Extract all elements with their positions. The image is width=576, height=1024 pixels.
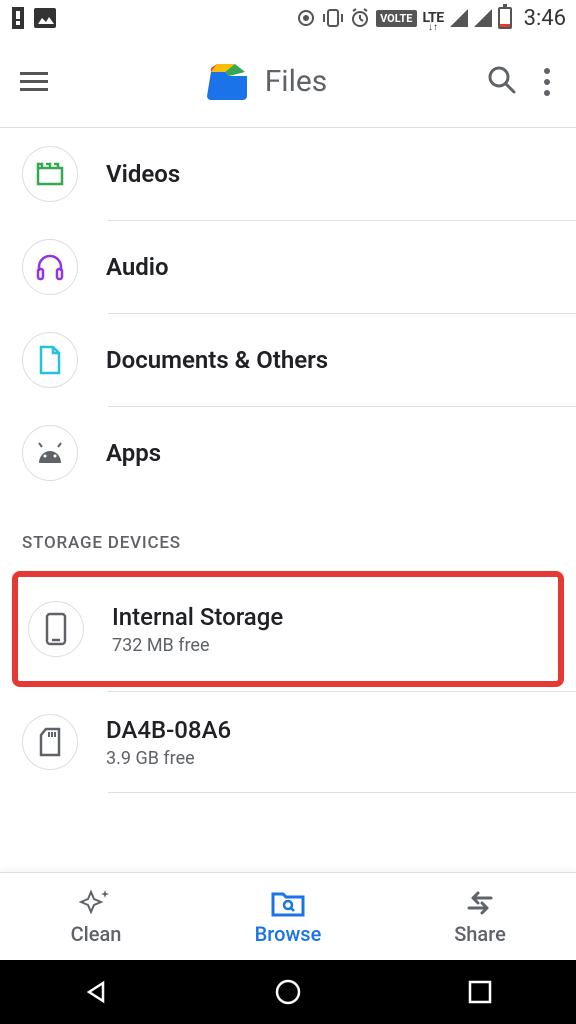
category-label: Apps bbox=[106, 439, 161, 467]
category-videos[interactable]: Videos bbox=[0, 128, 576, 220]
battery-icon bbox=[498, 7, 512, 29]
bottom-nav: Clean Browse Share bbox=[0, 872, 576, 960]
back-button[interactable] bbox=[81, 977, 111, 1007]
sparkle-icon bbox=[79, 888, 113, 918]
category-label: Videos bbox=[106, 160, 180, 188]
storage-text: DA4B-08A6 3.9 GB free bbox=[106, 716, 231, 769]
menu-button[interactable] bbox=[20, 72, 48, 91]
sd-card-icon bbox=[22, 714, 78, 770]
status-bar: VOLTE LTE ↓↑ 3:46 bbox=[0, 0, 576, 36]
system-nav bbox=[0, 960, 576, 1024]
alarm-icon bbox=[350, 8, 370, 28]
storage-subtitle: 732 MB free bbox=[112, 635, 283, 656]
vibrate-icon bbox=[322, 8, 344, 28]
category-label: Documents & Others bbox=[106, 346, 328, 374]
storage-text: Internal Storage 732 MB free bbox=[112, 603, 283, 656]
volte-badge: VOLTE bbox=[376, 10, 416, 27]
storage-subtitle: 3.9 GB free bbox=[106, 748, 231, 769]
nav-share[interactable]: Share bbox=[384, 873, 576, 960]
category-documents[interactable]: Documents & Others bbox=[0, 314, 576, 406]
nav-label: Share bbox=[454, 922, 506, 946]
category-audio[interactable]: Audio bbox=[0, 221, 576, 313]
recent-button[interactable] bbox=[465, 977, 495, 1007]
document-icon bbox=[22, 332, 78, 388]
nav-clean[interactable]: Clean bbox=[0, 873, 192, 960]
nav-label: Clean bbox=[71, 922, 122, 946]
video-icon bbox=[22, 146, 78, 202]
category-apps[interactable]: Apps bbox=[0, 407, 576, 499]
folder-search-icon bbox=[270, 888, 306, 918]
storage-internal[interactable]: Internal Storage 732 MB free bbox=[18, 577, 558, 681]
more-button[interactable] bbox=[538, 62, 556, 102]
files-logo-icon bbox=[207, 64, 251, 100]
nav-browse[interactable]: Browse bbox=[192, 873, 384, 960]
category-label: Audio bbox=[106, 253, 169, 281]
android-icon bbox=[22, 425, 78, 481]
image-icon bbox=[34, 8, 56, 28]
highlight-annotation: Internal Storage 732 MB free bbox=[12, 571, 564, 687]
headphones-icon bbox=[22, 239, 78, 295]
storage-sd[interactable]: DA4B-08A6 3.9 GB free bbox=[0, 692, 576, 792]
lte-indicator: LTE ↓↑ bbox=[423, 5, 444, 31]
status-left bbox=[10, 7, 56, 29]
app-bar: Files bbox=[0, 36, 576, 128]
swap-icon bbox=[463, 888, 497, 918]
search-button[interactable] bbox=[486, 64, 518, 100]
signal-1-icon bbox=[450, 9, 468, 27]
content-scroll[interactable]: Videos Audio Documents & Others Apps STO… bbox=[0, 128, 576, 872]
app-title-wrap: Files bbox=[68, 64, 466, 100]
storage-title: Internal Storage bbox=[112, 603, 283, 631]
nav-label: Browse bbox=[255, 922, 322, 946]
storage-section-header: STORAGE DEVICES bbox=[0, 499, 576, 567]
home-button[interactable] bbox=[273, 977, 303, 1007]
alert-icon bbox=[10, 7, 26, 29]
signal-2-icon bbox=[474, 9, 492, 27]
status-right: VOLTE LTE ↓↑ 3:46 bbox=[296, 5, 566, 31]
clock: 3:46 bbox=[524, 6, 566, 31]
hotspot-icon bbox=[296, 8, 316, 28]
storage-title: DA4B-08A6 bbox=[106, 716, 231, 744]
app-title: Files bbox=[265, 64, 328, 99]
phone-icon bbox=[28, 601, 84, 657]
